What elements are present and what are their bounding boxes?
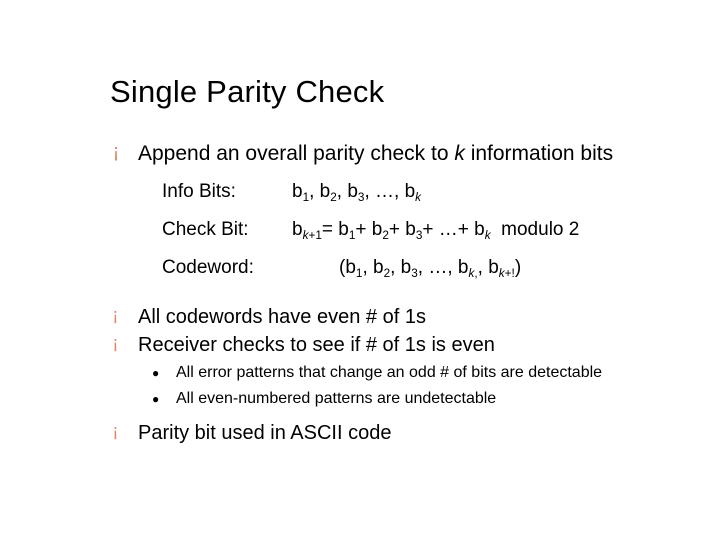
def-check-value: bk+1= b1+ b2+ b3+ …+ bk modulo 2 — [292, 212, 579, 250]
bullet-receiver-checks-text: Receiver checks to see if # of 1s is eve… — [138, 332, 495, 358]
subbullet-even-text: All even-numbered patterns are undetecta… — [176, 388, 496, 410]
ring-bullet-icon: ¡ — [110, 420, 138, 446]
subbullet-odd-detectable: ● All error patterns that change an odd … — [152, 362, 660, 384]
bullet-append-k: k — [454, 142, 465, 165]
ring-bullet-icon: ¡ — [110, 332, 138, 358]
bullet-append-text: Append an overall parity check to k info… — [138, 140, 613, 168]
def-info-bits: Info Bits: b1, b2, b3, …, bk — [162, 174, 660, 212]
slide-title: Single Parity Check — [110, 74, 660, 110]
definitions-block: Info Bits: b1, b2, b3, …, bk Check Bit: … — [162, 174, 660, 288]
bullet-even-ones-text: All codewords have even # of 1s — [138, 304, 426, 330]
dot-bullet-icon: ● — [152, 388, 176, 410]
def-info-value: b1, b2, b3, …, bk — [292, 174, 421, 212]
subbullet-even-undetectable: ● All even-numbered patterns are undetec… — [152, 388, 660, 410]
bullet-even-ones: ¡ All codewords have even # of 1s — [110, 304, 660, 330]
subbullet-odd-text: All error patterns that change an odd # … — [176, 362, 602, 384]
def-codeword-value: (b1, b2, b3, …, bk,, bk+!) — [317, 250, 521, 288]
def-codeword-label: Codeword: — [162, 250, 317, 288]
def-check-label: Check Bit: — [162, 212, 292, 250]
slide: Single Parity Check ¡ Append an overall … — [0, 0, 720, 540]
ring-bullet-icon: ¡ — [110, 304, 138, 330]
bullet-ascii-text: Parity bit used in ASCII code — [138, 420, 391, 446]
bullet-append-post: information bits — [465, 142, 613, 165]
def-codeword: Codeword: (b1, b2, b3, …, bk,, bk+!) — [162, 250, 660, 288]
def-info-label: Info Bits: — [162, 174, 292, 212]
dot-bullet-icon: ● — [152, 362, 176, 384]
ring-bullet-icon: ¡ — [110, 140, 138, 168]
bullet-append-pre: Append an overall parity check to — [138, 142, 454, 165]
bullet-append: ¡ Append an overall parity check to k in… — [110, 140, 660, 168]
bullet-receiver-checks: ¡ Receiver checks to see if # of 1s is e… — [110, 332, 660, 358]
def-check-bit: Check Bit: bk+1= b1+ b2+ b3+ …+ bk modul… — [162, 212, 660, 250]
bullet-ascii: ¡ Parity bit used in ASCII code — [110, 420, 660, 446]
